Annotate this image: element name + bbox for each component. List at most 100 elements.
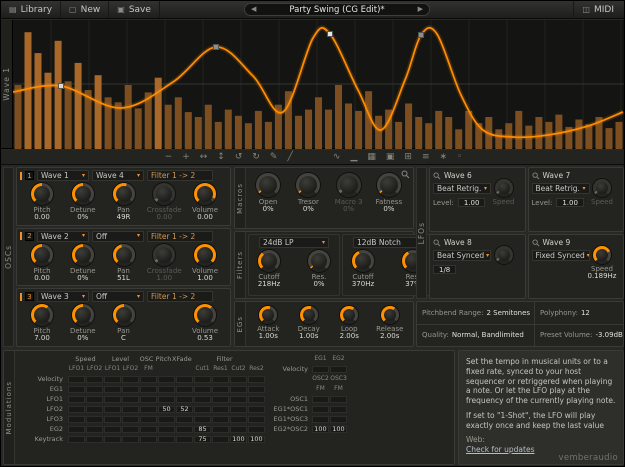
wave-bar[interactable]	[305, 110, 312, 149]
knob-speed[interactable]: Speed	[486, 179, 522, 206]
knob-open[interactable]: Open0%	[248, 173, 288, 214]
mod-cell[interactable]	[104, 426, 121, 433]
knob-dial[interactable]	[259, 306, 277, 324]
wave-bar[interactable]	[235, 116, 242, 149]
magnifier-icon[interactable]	[433, 239, 441, 247]
fm-cell[interactable]	[312, 416, 329, 423]
prev-patch-arrow-icon[interactable]: ◀	[251, 6, 256, 13]
mod-cell[interactable]	[194, 416, 211, 423]
mod-cell[interactable]	[140, 416, 157, 423]
fm-cell[interactable]	[330, 396, 347, 403]
wave-bar[interactable]	[515, 111, 522, 149]
fm-cell[interactable]	[330, 366, 347, 373]
knob-dial[interactable]	[72, 183, 94, 205]
curve-handle[interactable]	[328, 32, 333, 37]
info-pitchbend-range[interactable]: Pitchbend Range:2 Semitones	[417, 302, 535, 324]
library-button[interactable]: ▤ Library	[1, 1, 61, 18]
wave-bar[interactable]	[606, 128, 613, 149]
lfo-trigger-select[interactable]: Beat Retrig.▾	[433, 183, 491, 194]
magnifier-icon[interactable]	[433, 172, 441, 180]
wave-bar[interactable]	[95, 75, 102, 149]
mod-cell[interactable]	[212, 396, 229, 403]
mod-cell[interactable]	[104, 406, 121, 413]
wave-bar[interactable]	[75, 63, 82, 149]
save-button[interactable]: ▣ Save	[109, 1, 160, 18]
mod-cell[interactable]	[230, 396, 247, 403]
curve-handle[interactable]	[214, 45, 219, 50]
mod-cell[interactable]: 100	[248, 436, 265, 443]
mod-cell[interactable]	[68, 416, 85, 423]
wave-bar[interactable]	[355, 111, 362, 149]
mod-cell[interactable]	[104, 396, 121, 403]
knob-pan[interactable]: Pan49R	[104, 183, 144, 222]
mod-cell[interactable]	[248, 396, 265, 403]
knob-detune[interactable]: Detune0%	[63, 183, 103, 222]
knob-dial[interactable]	[113, 183, 135, 205]
dot-icon[interactable]: ◦	[457, 153, 462, 162]
copy-icon[interactable]: ⊞	[404, 153, 412, 162]
midi-button[interactable]: ◫ MIDI	[573, 1, 622, 19]
wave-bar[interactable]	[425, 123, 432, 149]
lfo-trigger-select[interactable]: Beat Synced▾	[433, 250, 491, 261]
knob-dial[interactable]	[352, 250, 374, 272]
wave-bar[interactable]	[315, 97, 322, 149]
mod-cell[interactable]	[212, 436, 229, 443]
lfo-trigger-select[interactable]: Beat Retrig.▾	[532, 183, 590, 194]
wave-bar[interactable]	[185, 112, 192, 149]
knob-pitch[interactable]: Pitch7.00	[22, 304, 62, 343]
wave-bar[interactable]	[495, 129, 502, 149]
mod-cell[interactable]	[140, 376, 157, 383]
mod-cell[interactable]	[158, 386, 175, 393]
knob-dial[interactable]	[593, 246, 611, 264]
wave-bar[interactable]	[295, 116, 302, 149]
knob-cutoff[interactable]: Cutoff370Hz	[343, 250, 383, 289]
mod-cell[interactable]	[104, 436, 121, 443]
mod-cell[interactable]: 100	[230, 436, 247, 443]
mod-cell[interactable]	[230, 376, 247, 383]
mod-cell[interactable]	[176, 376, 193, 383]
mod-cell[interactable]	[140, 386, 157, 393]
mod-cell[interactable]	[86, 396, 103, 403]
redo-icon[interactable]: ↻	[252, 153, 260, 162]
step-icon[interactable]: ▁	[350, 153, 357, 162]
lfo-level-value[interactable]: 1/8	[433, 265, 456, 274]
mod-cell[interactable]	[104, 416, 121, 423]
new-button[interactable]: ▢ New	[61, 1, 109, 18]
knob-release[interactable]: Release2.00s	[372, 306, 408, 341]
knob-dial[interactable]	[256, 173, 280, 197]
zoom-in-icon[interactable]: +	[182, 153, 190, 162]
mod-cell[interactable]	[140, 436, 157, 443]
wave-editor-canvas[interactable]	[13, 20, 624, 149]
lfo-trigger-select[interactable]: Fixed Synced▾	[532, 250, 590, 261]
knob-dial[interactable]	[258, 250, 280, 272]
mod-cell[interactable]	[230, 406, 247, 413]
filter-type-select[interactable]: 24dB LP▾	[259, 237, 329, 248]
knob-dial[interactable]	[113, 244, 135, 266]
wave-bar[interactable]	[575, 120, 582, 150]
mod-cell[interactable]	[176, 436, 193, 443]
knob-dial[interactable]	[381, 306, 399, 324]
mod-cell[interactable]	[122, 376, 139, 383]
fit-vertical-icon[interactable]: ↕	[217, 153, 225, 162]
mod-cell[interactable]: 75	[194, 436, 211, 443]
wave-bar[interactable]	[205, 105, 212, 149]
knob-crossfade[interactable]: Crossfade1.00	[144, 244, 184, 283]
mod-cell[interactable]: 85	[194, 426, 211, 433]
wave-bar[interactable]	[435, 111, 442, 149]
knob-dial[interactable]	[72, 244, 94, 266]
mod-cell[interactable]	[158, 376, 175, 383]
mod-cell[interactable]	[68, 406, 85, 413]
knob-dial[interactable]	[495, 179, 513, 197]
grid-icon[interactable]: ▦	[367, 153, 376, 162]
pencil-icon[interactable]: ✎	[270, 153, 278, 162]
mod-cell[interactable]	[212, 406, 229, 413]
wave-bar[interactable]	[55, 41, 62, 149]
knob-dial[interactable]	[300, 306, 318, 324]
mod-cell[interactable]	[122, 386, 139, 393]
curve-handle[interactable]	[419, 33, 424, 38]
check-updates-link[interactable]: Check for updates	[466, 445, 535, 454]
knob-detune[interactable]: Detune0%	[63, 244, 103, 283]
knob-dial[interactable]	[194, 304, 216, 326]
line-icon[interactable]: ╱	[287, 153, 292, 162]
mod-cell[interactable]	[248, 406, 265, 413]
